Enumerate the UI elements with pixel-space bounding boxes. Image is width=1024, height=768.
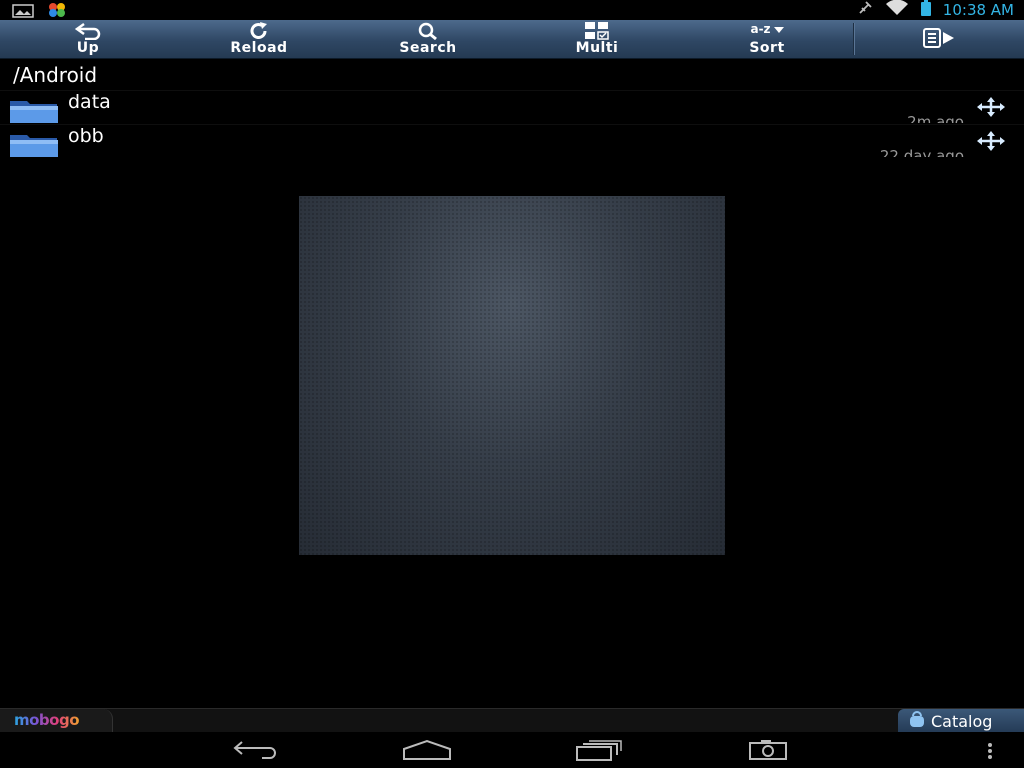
sort-button[interactable]: a-z Sort: [687, 20, 847, 58]
move-handle-icon[interactable]: [977, 97, 1005, 121]
file-modified: 2m ago: [907, 113, 964, 123]
reload-button[interactable]: Reload: [179, 20, 339, 58]
usb-debug-icon: [857, 0, 873, 20]
reload-label: Reload: [230, 40, 288, 56]
status-time: 10:38 AM: [942, 1, 1014, 19]
file-modified: 22 day ago: [879, 147, 964, 157]
menu-icon[interactable]: [985, 739, 995, 765]
catalog-button[interactable]: Catalog: [898, 709, 1024, 733]
more-actions-button[interactable]: [859, 20, 1019, 58]
home-icon[interactable]: [402, 739, 452, 765]
app-notification-icon: [46, 2, 68, 22]
file-row-obb[interactable]: obb 22 day ago: [0, 124, 1024, 158]
file-name: data: [68, 91, 111, 113]
multi-select-button[interactable]: Multi: [517, 20, 677, 58]
file-name: obb: [68, 125, 104, 147]
status-right: 10:38 AM: [857, 0, 1014, 20]
multi-label: Multi: [575, 40, 619, 56]
screenshot-icon[interactable]: [748, 739, 788, 765]
battery-icon: [920, 0, 931, 20]
mobogo-brand: mobogo: [14, 711, 80, 729]
search-label: Search: [399, 40, 457, 56]
sort-label: Sort: [749, 40, 785, 56]
chevron-down-icon: [773, 23, 784, 37]
toolbar-divider: [853, 23, 855, 55]
current-path: /Android: [13, 63, 98, 87]
mobogo-logo: mobogo: [14, 711, 80, 729]
mobogo-tab[interactable]: mobogo: [0, 709, 113, 733]
move-handle-icon[interactable]: [977, 131, 1005, 155]
sort-key-text: a-z: [750, 22, 771, 36]
wifi-icon: [885, 0, 909, 20]
system-nav-bar: [0, 732, 1024, 768]
sort-key: a-z: [687, 22, 847, 37]
status-left: [12, 2, 68, 22]
file-row-data[interactable]: data 2m ago: [0, 90, 1024, 124]
up-button[interactable]: Up: [8, 20, 168, 58]
recent-apps-icon[interactable]: [575, 739, 623, 765]
catalog-bag-icon: [908, 710, 926, 732]
folder-icon: [9, 132, 59, 162]
status-bar: 10:38 AM: [0, 0, 1024, 20]
action-toolbar: Up Reload Search Multi a-z Sort: [0, 20, 1024, 59]
up-label: Up: [76, 40, 100, 56]
search-button[interactable]: Search: [348, 20, 508, 58]
catalog-label: Catalog: [931, 711, 993, 731]
ad-bar: mobogo Catalog: [0, 708, 1024, 733]
list-view-icon: [923, 28, 955, 52]
gallery-notification-icon: [12, 3, 34, 22]
back-icon[interactable]: [232, 739, 280, 765]
preview-panel: [299, 196, 725, 555]
